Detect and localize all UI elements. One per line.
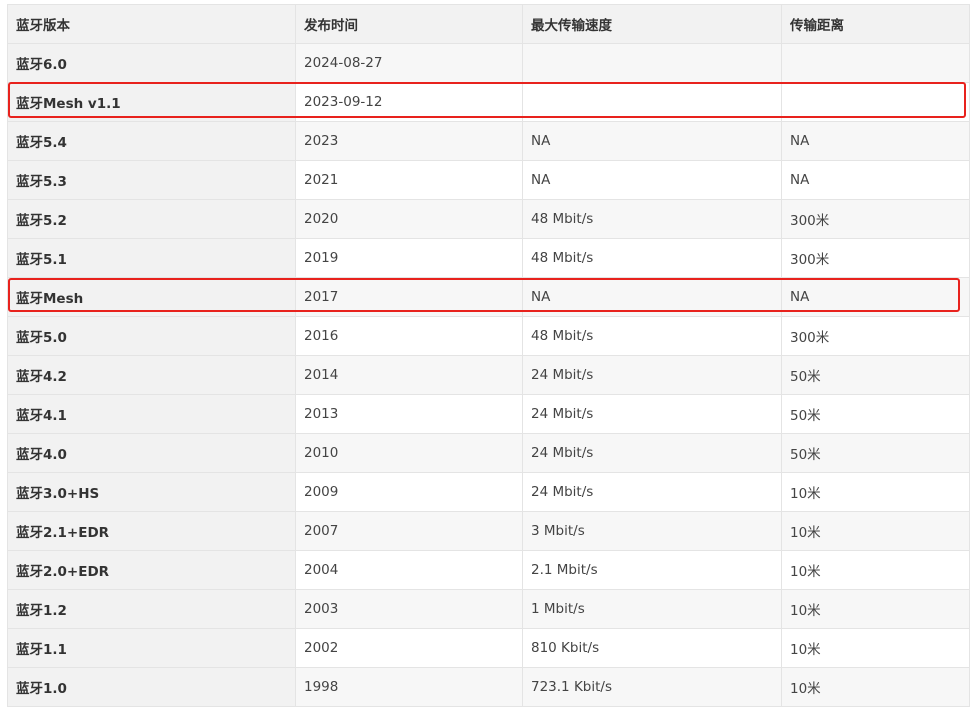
version-cell: 蓝牙Mesh [7,277,296,317]
range-cell: 10米 [781,550,970,590]
version-cell: 蓝牙Mesh v1.1 [7,82,296,122]
version-cell: 蓝牙1.2 [7,589,296,629]
max-speed-cell: 723.1 Kbit/s [522,667,782,707]
range-cell [781,82,970,122]
release-date-cell: 2009 [295,472,523,512]
range-cell: 300米 [781,316,970,356]
range-cell: 50米 [781,394,970,434]
version-cell: 蓝牙6.0 [7,43,296,83]
max-speed-cell: NA [522,160,782,200]
release-date-cell: 2013 [295,394,523,434]
version-cell: 蓝牙2.1+EDR [7,511,296,551]
bluetooth-version-table-container: 蓝牙版本 发布时间 最大传输速度 传输距离 蓝牙6.0 2024-08-27 蓝… [7,4,970,707]
range-cell: 50米 [781,355,970,395]
range-cell [781,43,970,83]
release-date-cell: 2020 [295,199,523,239]
max-speed-cell: 48 Mbit/s [522,199,782,239]
max-speed-cell [522,82,782,122]
range-cell: 10米 [781,511,970,551]
table-row: 蓝牙4.1 2013 24 Mbit/s 50米 [7,394,970,434]
table-row: 蓝牙6.0 2024-08-27 [7,43,970,83]
max-speed-cell: 2.1 Mbit/s [522,550,782,590]
version-cell: 蓝牙1.0 [7,667,296,707]
release-date-cell: 2010 [295,433,523,473]
table-row: 蓝牙1.1 2002 810 Kbit/s 10米 [7,628,970,668]
release-date-cell: 2023 [295,121,523,161]
max-speed-cell: 810 Kbit/s [522,628,782,668]
range-cell: 300米 [781,238,970,278]
release-date-cell: 2007 [295,511,523,551]
table-row: 蓝牙5.2 2020 48 Mbit/s 300米 [7,199,970,239]
version-cell: 蓝牙5.3 [7,160,296,200]
version-cell: 蓝牙5.4 [7,121,296,161]
table-row: 蓝牙Mesh v1.1 2023-09-12 [7,82,970,122]
table-row: 蓝牙5.3 2021 NA NA [7,160,970,200]
release-date-cell: 2003 [295,589,523,629]
header-version: 蓝牙版本 [7,4,296,44]
release-date-cell: 2024-08-27 [295,43,523,83]
release-date-cell: 2021 [295,160,523,200]
max-speed-cell: 1 Mbit/s [522,589,782,629]
version-cell: 蓝牙5.0 [7,316,296,356]
release-date-cell: 2004 [295,550,523,590]
max-speed-cell: NA [522,121,782,161]
release-date-cell: 2017 [295,277,523,317]
release-date-cell: 2019 [295,238,523,278]
range-cell: 300米 [781,199,970,239]
range-cell: 50米 [781,433,970,473]
range-cell: NA [781,160,970,200]
range-cell: 10米 [781,628,970,668]
header-release-date: 发布时间 [295,4,523,44]
header-range: 传输距离 [781,4,970,44]
max-speed-cell [522,43,782,83]
max-speed-cell: 24 Mbit/s [522,394,782,434]
release-date-cell: 2002 [295,628,523,668]
max-speed-cell: 48 Mbit/s [522,316,782,356]
version-cell: 蓝牙4.0 [7,433,296,473]
version-cell: 蓝牙3.0+HS [7,472,296,512]
range-cell: NA [781,121,970,161]
max-speed-cell: 24 Mbit/s [522,355,782,395]
release-date-cell: 2023-09-12 [295,82,523,122]
range-cell: NA [781,277,970,317]
table-row: 蓝牙3.0+HS 2009 24 Mbit/s 10米 [7,472,970,512]
version-cell: 蓝牙5.1 [7,238,296,278]
max-speed-cell: 24 Mbit/s [522,472,782,512]
bluetooth-version-table: 蓝牙版本 发布时间 最大传输速度 传输距离 蓝牙6.0 2024-08-27 蓝… [7,4,970,707]
release-date-cell: 2016 [295,316,523,356]
range-cell: 10米 [781,589,970,629]
table-row: 蓝牙5.0 2016 48 Mbit/s 300米 [7,316,970,356]
version-cell: 蓝牙4.2 [7,355,296,395]
range-cell: 10米 [781,667,970,707]
max-speed-cell: 24 Mbit/s [522,433,782,473]
max-speed-cell: 48 Mbit/s [522,238,782,278]
table-row: 蓝牙4.2 2014 24 Mbit/s 50米 [7,355,970,395]
version-cell: 蓝牙5.2 [7,199,296,239]
version-cell: 蓝牙4.1 [7,394,296,434]
release-date-cell: 2014 [295,355,523,395]
table-row: 蓝牙2.0+EDR 2004 2.1 Mbit/s 10米 [7,550,970,590]
table-row: 蓝牙4.0 2010 24 Mbit/s 50米 [7,433,970,473]
range-cell: 10米 [781,472,970,512]
table-row: 蓝牙1.2 2003 1 Mbit/s 10米 [7,589,970,629]
table-row: 蓝牙5.1 2019 48 Mbit/s 300米 [7,238,970,278]
max-speed-cell: 3 Mbit/s [522,511,782,551]
table-row: 蓝牙1.0 1998 723.1 Kbit/s 10米 [7,667,970,707]
header-max-speed: 最大传输速度 [522,4,782,44]
table-row: 蓝牙Mesh 2017 NA NA [7,277,970,317]
version-cell: 蓝牙2.0+EDR [7,550,296,590]
table-row: 蓝牙5.4 2023 NA NA [7,121,970,161]
table-header-row: 蓝牙版本 发布时间 最大传输速度 传输距离 [7,4,970,44]
table-row: 蓝牙2.1+EDR 2007 3 Mbit/s 10米 [7,511,970,551]
release-date-cell: 1998 [295,667,523,707]
version-cell: 蓝牙1.1 [7,628,296,668]
max-speed-cell: NA [522,277,782,317]
